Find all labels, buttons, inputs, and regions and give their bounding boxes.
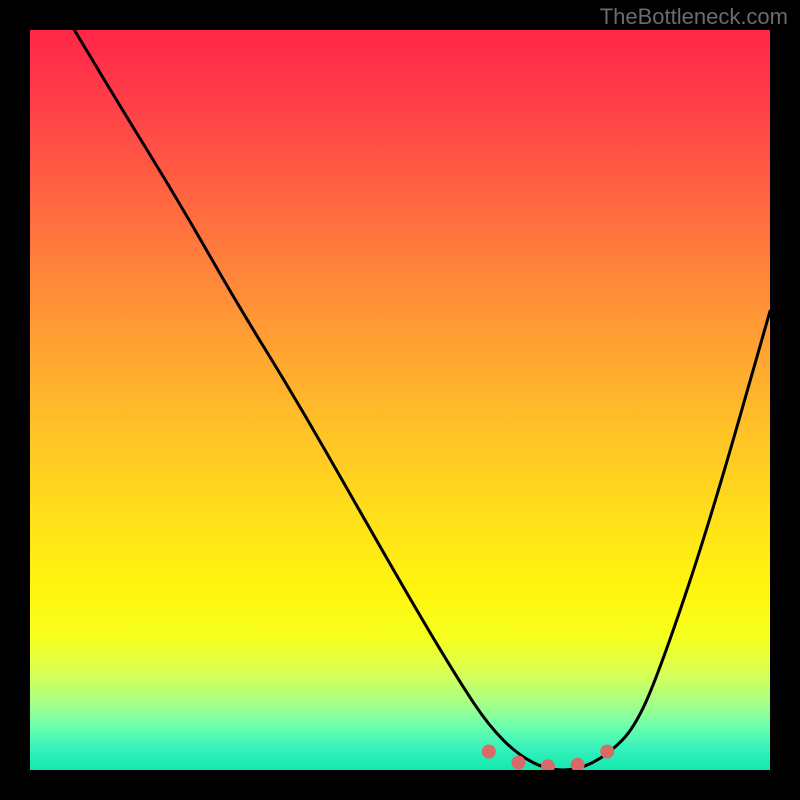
plot-area [30,30,770,770]
watermark-text: TheBottleneck.com [600,4,788,30]
optimum-markers [482,745,614,771]
optimum-marker [600,745,614,759]
curve-svg [30,30,770,770]
optimum-marker [482,745,496,759]
optimum-marker [541,759,555,770]
bottleneck-curve [74,30,770,770]
optimum-marker [571,758,585,770]
chart-container: TheBottleneck.com [0,0,800,800]
optimum-marker [511,756,525,770]
